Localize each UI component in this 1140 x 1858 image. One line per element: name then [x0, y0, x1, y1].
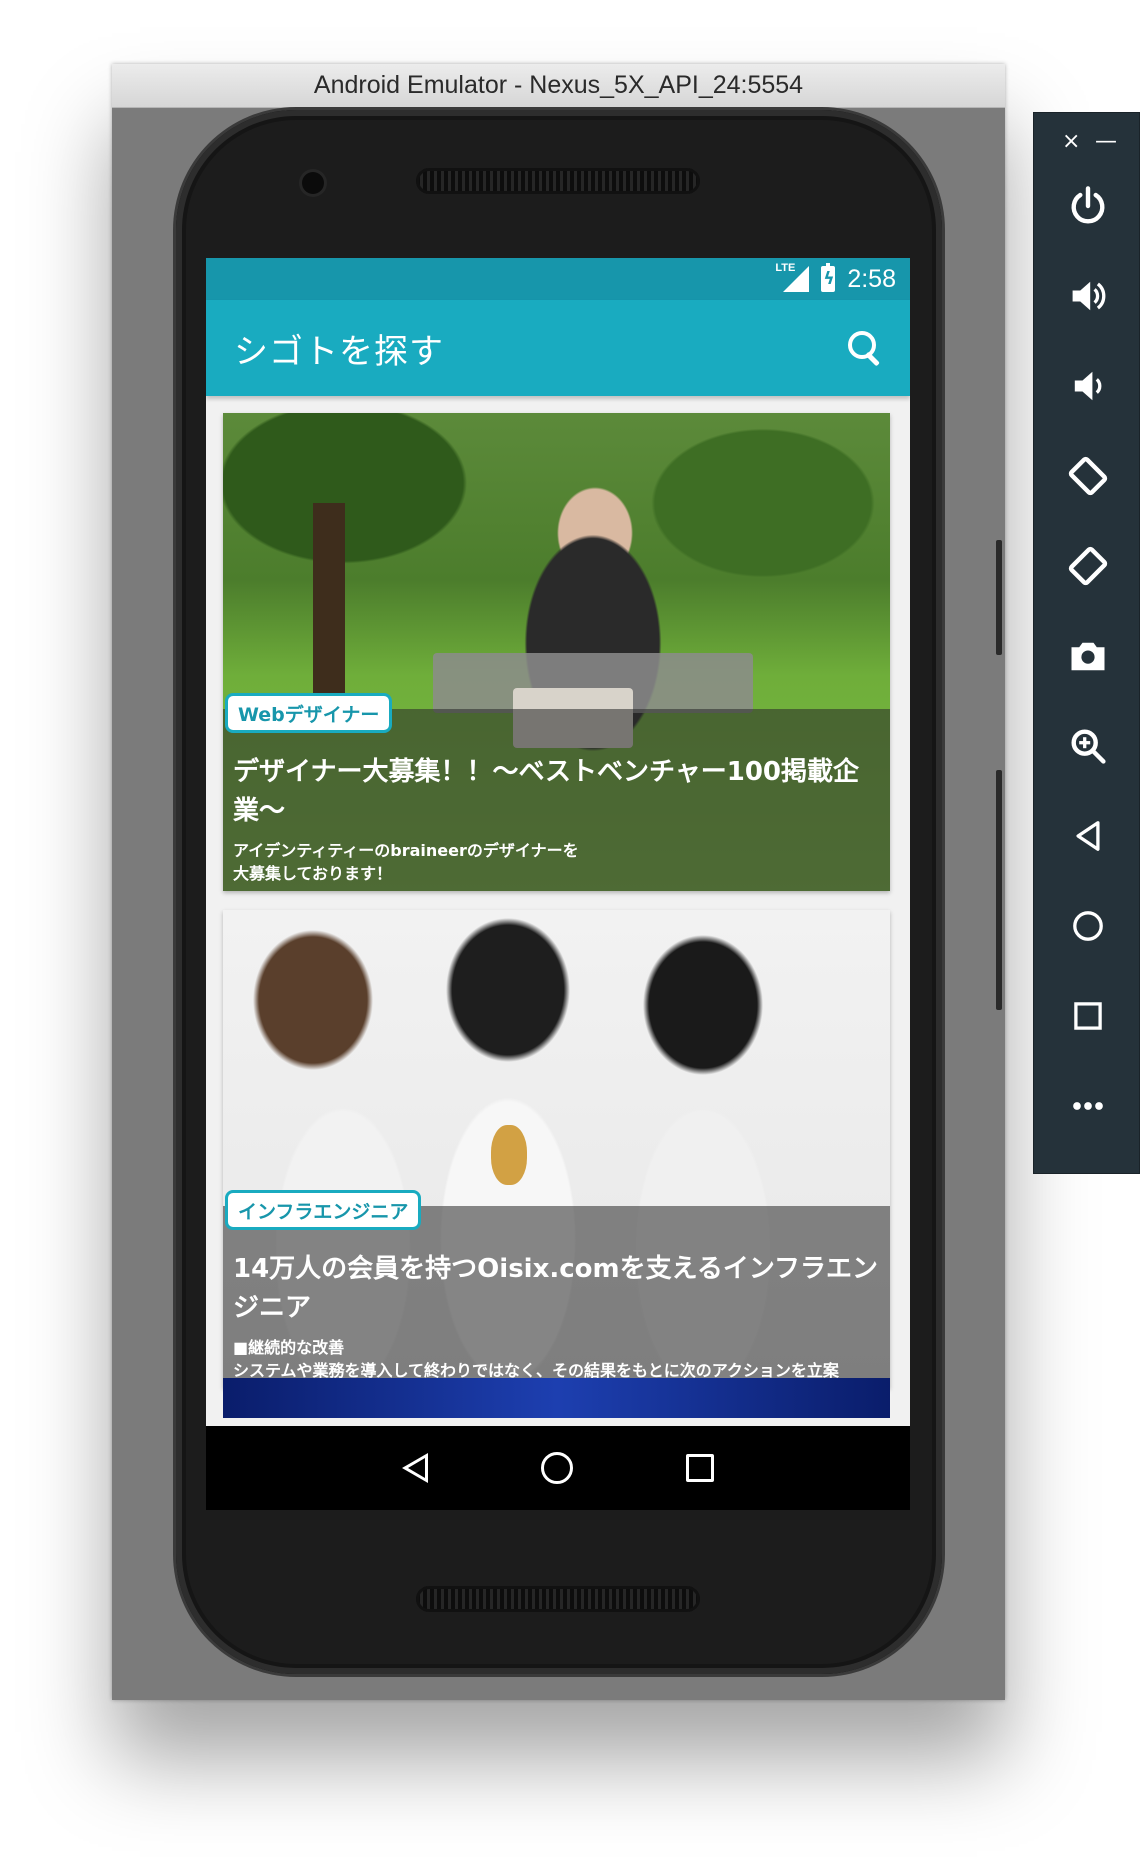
status-bar: LTE 2:58	[206, 258, 910, 300]
home-icon[interactable]	[1034, 881, 1140, 971]
back-icon[interactable]	[1034, 791, 1140, 881]
job-card[interactable]: インフラエンジニア 14万人の会員を持つOisix.comを支えるインフラエンジ…	[223, 910, 890, 1388]
job-category-badge: インフラエンジニア	[225, 1190, 422, 1230]
home-icon[interactable]	[540, 1452, 573, 1484]
job-card[interactable]: Webデザイナー デザイナー大募集！！〜ベストベンチャー100掲載企業〜 アイデ…	[223, 413, 890, 891]
battery-charging-icon	[821, 263, 836, 292]
overview-icon[interactable]	[1034, 971, 1140, 1061]
volume-side-button	[996, 770, 1002, 1010]
window-title: Android Emulator - Nexus_5X_API_24:5554	[112, 64, 1005, 108]
search-icon[interactable]	[846, 329, 884, 367]
more-icon[interactable]	[1034, 1061, 1140, 1151]
front-camera	[302, 172, 324, 194]
camera-icon[interactable]	[1034, 611, 1140, 701]
job-description: アイデンティティーのbraineerのデザイナーを 大募集しております！	[233, 841, 579, 883]
minimize-icon[interactable]: —	[1095, 129, 1117, 161]
volume-down-icon[interactable]	[1034, 341, 1140, 431]
job-category-badge: Webデザイナー	[225, 693, 393, 733]
zoom-icon[interactable]	[1034, 701, 1140, 791]
lte-signal-icon: LTE	[775, 262, 810, 294]
app-bar: シゴトを探す	[206, 300, 910, 396]
job-card-overlay: Webデザイナー デザイナー大募集！！〜ベストベンチャー100掲載企業〜 アイデ…	[223, 693, 890, 891]
device-screen: LTE 2:58 シゴトを探す Webデザイナー デザイナー大募集！！〜ベストベ…	[206, 258, 910, 1510]
rotate-left-icon[interactable]	[1034, 431, 1140, 521]
job-card-partial[interactable]	[223, 1378, 890, 1418]
power-icon[interactable]	[1034, 161, 1140, 251]
emulator-toolbar: × —	[1033, 112, 1140, 1174]
job-description: ■継続的な改善 システムや業務を導入して終わりではなく、その結果をもとに次のアク…	[233, 1338, 839, 1380]
job-title: 14万人の会員を持つOisix.comを支えるインフラエンジニア	[233, 1254, 879, 1323]
status-time: 2:58	[847, 264, 896, 293]
power-side-button	[996, 540, 1002, 655]
top-speaker	[416, 168, 700, 194]
back-icon[interactable]	[402, 1453, 429, 1483]
close-icon[interactable]: ×	[1062, 129, 1080, 161]
recents-icon[interactable]	[685, 1454, 714, 1482]
job-title: デザイナー大募集！！〜ベストベンチャー100掲載企業〜	[233, 757, 860, 826]
rotate-right-icon[interactable]	[1034, 521, 1140, 611]
volume-up-icon[interactable]	[1034, 251, 1140, 341]
bottom-speaker	[416, 1586, 700, 1612]
navigation-bar	[206, 1426, 910, 1510]
job-card-overlay: インフラエンジニア 14万人の会員を持つOisix.comを支えるインフラエンジ…	[223, 1190, 890, 1388]
page-title: シゴトを探す	[234, 331, 444, 372]
